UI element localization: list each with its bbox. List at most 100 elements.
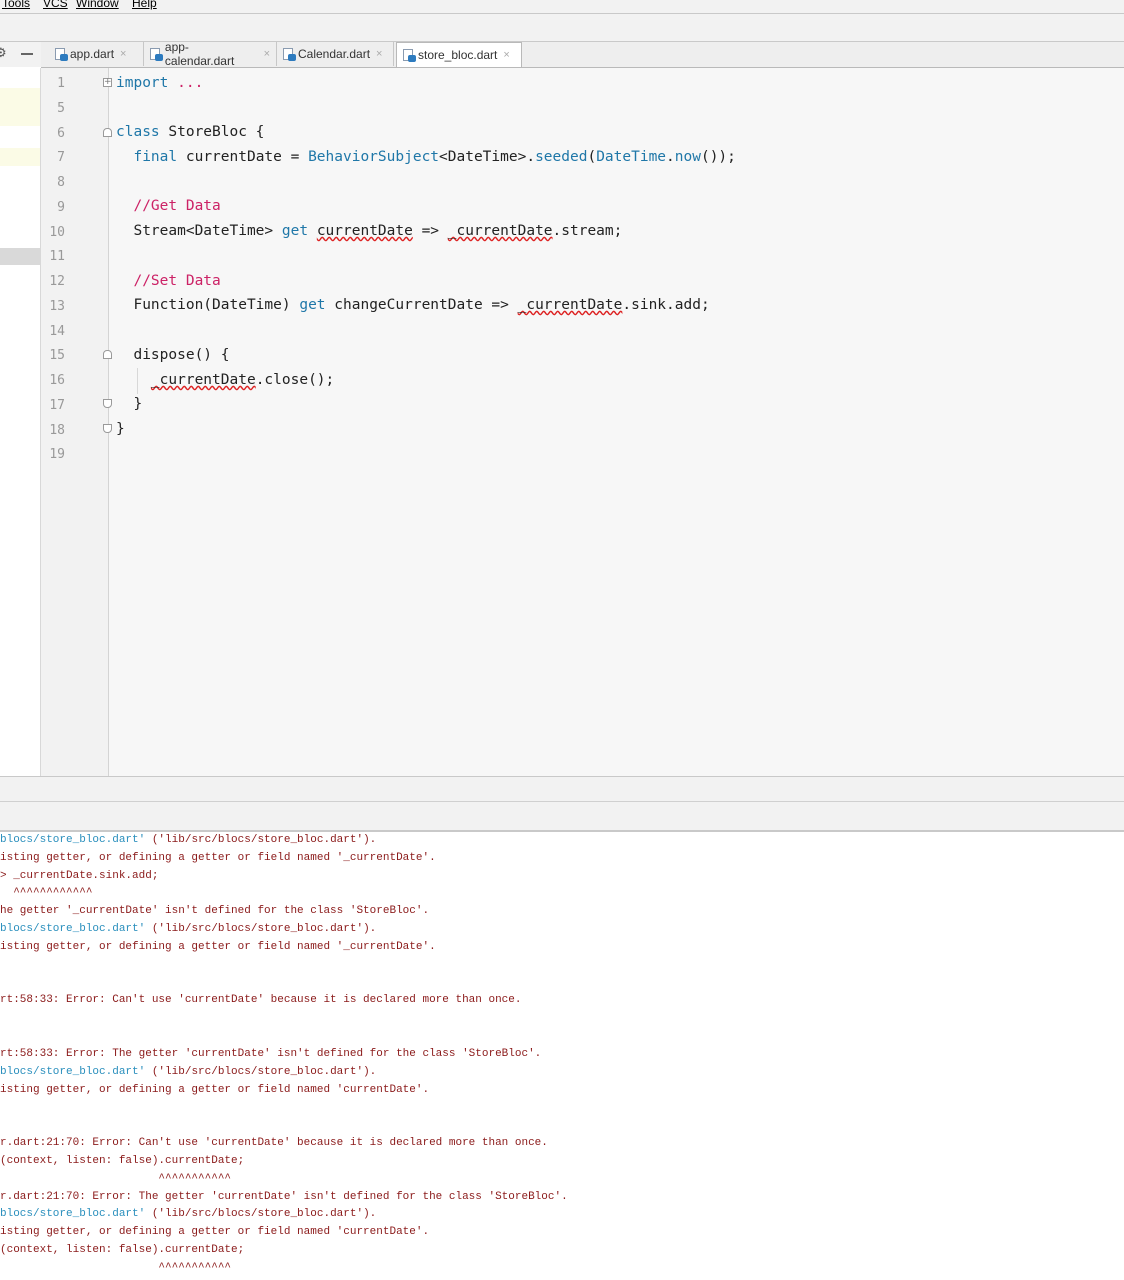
code-text: .stream; [552, 223, 623, 239]
line-number: 1 [57, 76, 65, 91]
comment-text: //Set Data [133, 273, 221, 289]
console-line: r.dart:21:70: Error: The getter 'current… [0, 1191, 568, 1203]
highlight-marker [0, 88, 40, 126]
code-editor[interactable] [109, 68, 1124, 776]
code-comment: //Set Data [116, 273, 221, 289]
menu-vcs[interactable]: VCS [43, 0, 68, 10]
close-icon[interactable]: × [264, 48, 270, 60]
fold-marker-icon[interactable]: + [103, 78, 112, 87]
gear-icon[interactable]: ⚙ [0, 46, 7, 61]
error-token[interactable]: currentDate [317, 223, 413, 239]
console-text: isting getter, or defining a getter or f… [0, 941, 436, 953]
console-line: r.dart:21:70: Error: Can't use 'currentD… [0, 1137, 548, 1149]
console-text: isting getter, or defining a getter or f… [0, 1084, 430, 1096]
fold-marker-icon[interactable] [103, 128, 112, 137]
code-line: Function(DateTime) get changeCurrentDate… [116, 297, 710, 313]
line-number: 12 [49, 274, 65, 289]
code-text: StoreBloc { [159, 124, 265, 140]
code-text: ()); [700, 149, 736, 165]
dart-file-icon [55, 47, 68, 61]
console-line: he getter '_currentDate' isn't defined f… [0, 905, 429, 917]
project-panel [0, 68, 41, 776]
console-line: > _currentDate.sink.add; [0, 870, 158, 882]
keyword: get [299, 297, 326, 313]
code-line: dispose() { [116, 347, 229, 363]
tab-app-calendar-dart[interactable]: app-calendar.dart × [144, 40, 277, 68]
console-line: blocs/store_bloc.dart' ('lib/src/blocs/s… [0, 1208, 376, 1220]
tab-label: Calendar.dart [298, 47, 371, 61]
console-link[interactable]: blocs/store_bloc.dart' [0, 834, 145, 846]
console-link[interactable]: blocs/store_bloc.dart' [0, 1208, 145, 1220]
dart-file-icon [283, 47, 296, 61]
line-number: 10 [49, 225, 65, 240]
line-number: 11 [49, 249, 65, 264]
code-text: ( [587, 149, 597, 165]
fold-marker-icon[interactable] [103, 350, 112, 359]
console-line: rt:58:33: Error: Can't use 'currentDate'… [0, 994, 522, 1006]
code-text: .close(); [255, 372, 335, 388]
code-text: .sink.add; [622, 297, 710, 313]
console-text: rt:58:33: Error: Can't use 'currentDate'… [0, 994, 522, 1006]
keyword: import [116, 75, 169, 91]
menu-window[interactable]: Window [76, 0, 119, 10]
minimize-icon[interactable] [21, 53, 33, 55]
line-number: 7 [57, 150, 65, 165]
folded-import[interactable]: ... [168, 75, 203, 91]
method-ref: seeded [535, 149, 588, 165]
fold-marker-icon[interactable] [103, 424, 112, 433]
tab-label: app.dart [70, 47, 115, 61]
tab-label: store_bloc.dart [418, 48, 498, 62]
code-text: <DateTime>. [439, 149, 536, 165]
line-number: 5 [57, 101, 65, 116]
console-text: rt:58:33: Error: The getter 'currentDate… [0, 1048, 542, 1060]
line-number: 8 [57, 175, 65, 190]
console-text: r.dart:21:70: Error: The getter 'current… [0, 1191, 568, 1203]
selection-marker [0, 248, 40, 265]
console-text: ^^^^^^^^^^^ [0, 1173, 232, 1185]
code-line: } [116, 396, 142, 412]
tab-app-dart[interactable]: app.dart × [49, 42, 144, 66]
tab-store-bloc-dart[interactable]: store_bloc.dart × [396, 42, 522, 67]
console-line: ^^^^^^^^^^^ [0, 1173, 231, 1185]
dart-file-icon [150, 47, 163, 61]
error-token[interactable]: _currentDate [448, 223, 553, 239]
menu-help[interactable]: Help [132, 0, 157, 10]
line-number: 18 [49, 423, 65, 438]
console-text: > _currentDate.sink.add; [0, 870, 159, 882]
code-text: Function(DateTime) [133, 297, 300, 313]
close-icon[interactable]: × [376, 48, 382, 60]
line-number: 13 [49, 299, 65, 314]
code-line: } [116, 421, 125, 437]
code-line: _currentDate.close(); [116, 372, 334, 388]
keyword: get [281, 223, 309, 239]
close-icon[interactable]: × [120, 48, 126, 60]
error-token[interactable]: _currentDate [151, 372, 256, 388]
console-line: isting getter, or defining a getter or f… [0, 852, 436, 864]
console-text: isting getter, or defining a getter or f… [0, 1226, 430, 1238]
menu-tools[interactable]: Tools [2, 0, 30, 10]
method-ref: now [674, 149, 701, 165]
console-line: rt:58:33: Error: The getter 'currentDate… [0, 1048, 541, 1060]
run-console[interactable]: blocs/store_bloc.dart' ('lib/src/blocs/s… [0, 832, 1124, 1280]
console-link[interactable]: blocs/store_bloc.dart' [0, 923, 145, 935]
console-line: ^^^^^^^^^^^^ [0, 887, 92, 899]
line-number: 19 [49, 447, 65, 462]
dart-file-icon [403, 48, 416, 62]
console-line: blocs/store_bloc.dart' ('lib/src/blocs/s… [0, 1066, 376, 1078]
console-text: ('lib/src/blocs/store_bloc.dart'). [145, 1066, 377, 1078]
line-number: 14 [49, 324, 65, 339]
console-text: ^^^^^^^^^^^ [0, 1262, 232, 1274]
class-ref: BehaviorSubject [308, 149, 440, 165]
console-link[interactable]: blocs/store_bloc.dart' [0, 1066, 145, 1078]
code-text: currentDate = [177, 149, 309, 165]
close-icon[interactable]: × [503, 49, 509, 61]
line-number: 16 [49, 373, 65, 388]
error-token[interactable]: _currentDate [518, 297, 623, 313]
console-text: he getter '_currentDate' isn't defined f… [0, 905, 430, 917]
console-text: ('lib/src/blocs/store_bloc.dart'). [145, 1208, 377, 1220]
menu-bar: Tools VCS Window Help [0, 0, 1124, 14]
fold-marker-icon[interactable] [103, 399, 112, 408]
tab-calendar-dart[interactable]: Calendar.dart × [277, 42, 394, 66]
console-line: (context, listen: false).currentDate; [0, 1155, 244, 1167]
code-text: Stream<DateTime> [133, 223, 282, 239]
